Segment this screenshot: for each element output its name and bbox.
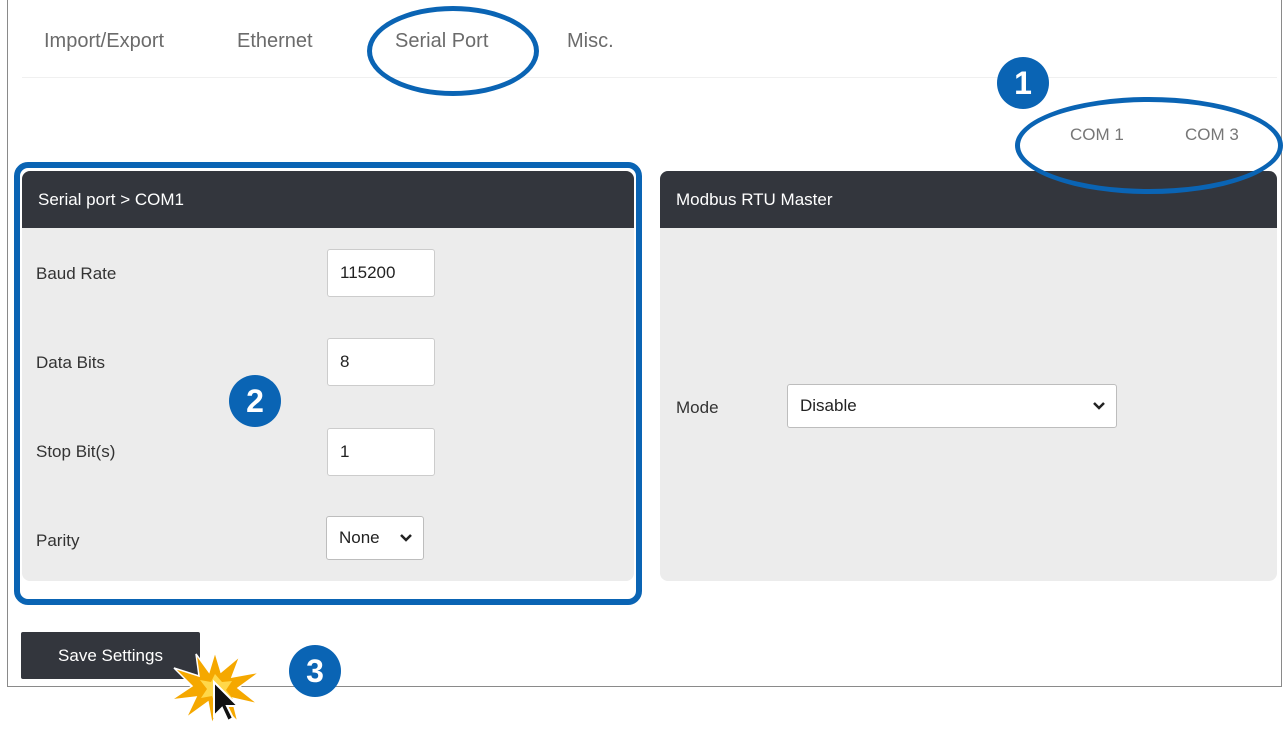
tab-ethernet[interactable]: Ethernet — [237, 30, 313, 53]
data-bits-label: Data Bits — [36, 353, 105, 372]
tab-import-export[interactable]: Import/Export — [44, 30, 164, 53]
stop-bits-input[interactable] — [327, 428, 435, 476]
parity-value: None — [339, 528, 380, 547]
tab-serial-port[interactable]: Serial Port — [395, 30, 488, 53]
parity-select[interactable]: None — [326, 516, 424, 560]
mode-value: Disable — [800, 396, 857, 415]
serial-panel-title: Serial port > COM1 — [22, 171, 634, 228]
mode-select[interactable]: Disable — [787, 384, 1117, 428]
step-badge-2: 2 — [229, 375, 281, 427]
com-tab-com3[interactable]: COM 3 — [1185, 125, 1239, 145]
modbus-panel: Modbus RTU Master — [660, 171, 1277, 581]
data-bits-input[interactable] — [327, 338, 435, 386]
save-settings-button[interactable]: Save Settings — [21, 632, 200, 679]
stop-bits-label: Stop Bit(s) — [36, 442, 116, 461]
step-badge-3: 3 — [289, 645, 341, 697]
tab-misc[interactable]: Misc. — [567, 30, 614, 53]
parity-label: Parity — [36, 531, 80, 550]
com-tab-com1[interactable]: COM 1 — [1070, 125, 1124, 145]
modbus-panel-title: Modbus RTU Master — [660, 171, 1277, 228]
mode-label: Mode — [676, 398, 719, 417]
chevron-down-icon — [400, 534, 412, 542]
baud-rate-input[interactable] — [327, 249, 435, 297]
step-badge-1: 1 — [997, 57, 1049, 109]
baud-rate-label: Baud Rate — [36, 264, 117, 283]
top-tab-bar — [22, 0, 1277, 78]
chevron-down-icon — [1093, 402, 1105, 410]
mouse-pointer-icon — [213, 679, 241, 723]
